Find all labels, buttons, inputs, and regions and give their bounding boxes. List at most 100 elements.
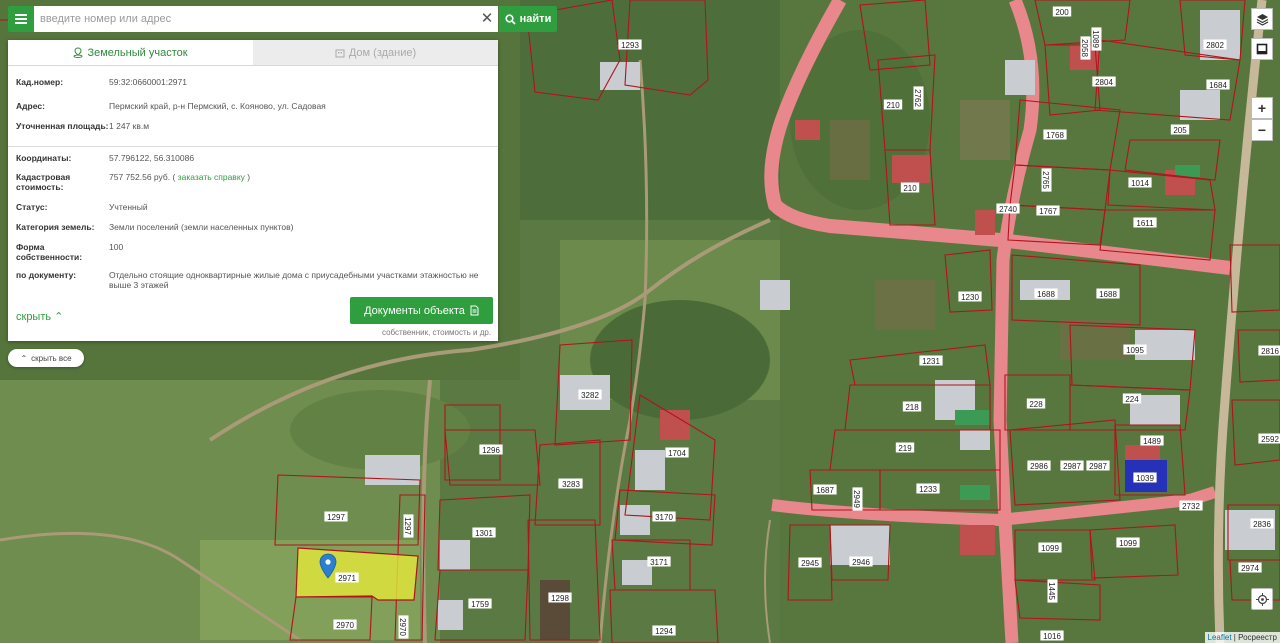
parcel-number-label[interactable]: 1233 xyxy=(916,483,940,494)
parcel-number-label[interactable]: 224 xyxy=(1122,393,1142,404)
parcel-number-label[interactable]: 1684 xyxy=(1206,79,1230,90)
parcel-number-label[interactable]: 210 xyxy=(883,99,903,110)
parcel-number-label[interactable]: 2765 xyxy=(1041,168,1052,192)
parcel-number-label[interactable]: 1301 xyxy=(472,527,496,538)
svg-text:2765: 2765 xyxy=(1041,171,1050,189)
svg-text:1095: 1095 xyxy=(1126,346,1144,355)
menu-button[interactable] xyxy=(8,6,34,32)
parcel-number-label[interactable]: 2804 xyxy=(1092,76,1116,87)
parcel-number-label[interactable]: 2802 xyxy=(1203,39,1227,50)
zoom-in-button[interactable]: + xyxy=(1251,97,1273,119)
parcel-number-label[interactable]: 2986 xyxy=(1027,460,1051,471)
parcel-number-label[interactable]: 2970 xyxy=(333,619,357,630)
parcel-number-label[interactable]: 2945 xyxy=(798,557,822,568)
parcel-number-label[interactable]: 2946 xyxy=(849,556,873,567)
rosreestr-attribution: Росреестр xyxy=(1238,633,1277,642)
parcel-number-label[interactable]: 1095 xyxy=(1123,344,1147,355)
object-documents-button[interactable]: Документы объекта xyxy=(350,297,493,324)
parcel-number-label[interactable]: 1293 xyxy=(618,39,642,50)
parcel-number-label[interactable]: 1767 xyxy=(1036,205,1060,216)
parcel-number-label[interactable]: 3171 xyxy=(647,556,671,567)
layers-button[interactable] xyxy=(1251,8,1273,30)
search-icon xyxy=(505,13,516,25)
parcel-number-label[interactable]: 1099 xyxy=(1038,542,1062,553)
parcel-number-label[interactable]: 1014 xyxy=(1128,177,1152,188)
find-button[interactable]: найти xyxy=(499,6,557,32)
locate-button[interactable] xyxy=(1251,588,1273,610)
order-certificate-link[interactable]: заказать справку xyxy=(178,172,245,182)
parcel-number-label[interactable]: 1099 xyxy=(1116,537,1140,548)
hide-panel-link[interactable]: скрыть ⌃ xyxy=(16,310,63,323)
cost-value-wrap: 757 752.56 руб. ( заказать справку ) xyxy=(109,172,491,196)
parcel-number-label[interactable]: 1016 xyxy=(1040,630,1064,641)
parcel-number-label[interactable]: 2816 xyxy=(1258,345,1280,356)
parcel-number-label[interactable]: 2740 xyxy=(996,203,1020,214)
parcel-number-label[interactable]: 1231 xyxy=(919,355,943,366)
parcel-number-label[interactable]: 228 xyxy=(1026,398,1046,409)
clear-search-icon[interactable]: ✕ xyxy=(478,9,496,29)
parcel-number-label[interactable]: 1611 xyxy=(1133,217,1157,228)
parcel-number-label[interactable]: 2592 xyxy=(1258,433,1280,444)
tab-land-parcel[interactable]: Земельный участок xyxy=(8,40,253,65)
parcel-number-label[interactable]: 1294 xyxy=(652,625,676,636)
parcel-number-label[interactable]: 2987 xyxy=(1060,460,1084,471)
parcel-number-label[interactable]: 1687 xyxy=(813,484,837,495)
parcel-number-label[interactable]: 2732 xyxy=(1179,500,1203,511)
parcel-number-label[interactable]: 1688 xyxy=(1034,288,1058,299)
search-input[interactable] xyxy=(34,6,498,32)
parcel-number-label[interactable]: 210 xyxy=(900,182,920,193)
object-documents-subtitle: собственник, стоимость и др. xyxy=(382,328,492,337)
print-button[interactable] xyxy=(1251,38,1273,60)
parcel-number-label[interactable]: 2970 xyxy=(398,615,409,639)
ownership-label: Форма собственности: xyxy=(16,242,83,262)
parcel-number-label[interactable]: 2987 xyxy=(1086,460,1110,471)
parcel-number-label[interactable]: 218 xyxy=(902,401,922,412)
tab-building[interactable]: Дом (здание) xyxy=(253,40,498,65)
parcel-number-label[interactable]: 2949 xyxy=(852,487,863,511)
svg-text:3171: 3171 xyxy=(650,558,668,567)
category-label: Категория земель: xyxy=(16,222,95,232)
layers-icon xyxy=(1256,13,1268,26)
parcel-number-label[interactable]: 1768 xyxy=(1043,129,1067,140)
svg-text:218: 218 xyxy=(905,403,919,412)
parcel-number-label[interactable]: 1039 xyxy=(1133,472,1157,483)
parcel-number-label[interactable]: 3282 xyxy=(578,389,602,400)
hide-all-button[interactable]: ⌃ скрыть все xyxy=(8,349,84,367)
frame-icon xyxy=(1256,43,1268,55)
parcel-number-label[interactable]: 205 xyxy=(1170,124,1190,135)
parcel-number-label[interactable]: 2058 xyxy=(1080,36,1091,60)
parcel-number-label[interactable]: 1230 xyxy=(958,291,982,302)
parcel-number-label[interactable]: 3283 xyxy=(559,478,583,489)
parcel-number-label[interactable]: 2762 xyxy=(913,86,924,110)
leaflet-link[interactable]: Leaflet xyxy=(1208,633,1232,642)
svg-text:3170: 3170 xyxy=(655,513,673,522)
parcel-number-label[interactable]: 1759 xyxy=(468,598,492,609)
svg-text:1445: 1445 xyxy=(1047,582,1056,600)
parcel-number-label[interactable]: 1298 xyxy=(548,592,572,603)
parcel-number-label[interactable]: 2971 xyxy=(335,572,359,583)
svg-text:1230: 1230 xyxy=(961,293,979,302)
zoom-out-button[interactable]: − xyxy=(1251,119,1273,141)
row-area: Уточненная площадь: 1 247 кв.м xyxy=(16,121,491,143)
row-category: Категория земель: Земли поселений (земли… xyxy=(16,222,491,236)
parcel-number-label[interactable]: 1704 xyxy=(665,447,689,458)
parcel-number-label[interactable]: 1296 xyxy=(479,444,503,455)
svg-text:224: 224 xyxy=(1125,395,1139,404)
parcel-number-label[interactable]: 1089 xyxy=(1091,27,1102,51)
parcel-number-label[interactable]: 2836 xyxy=(1250,518,1274,529)
parcel-number-label[interactable]: 3170 xyxy=(652,511,676,522)
parcel-number-label[interactable]: 1688 xyxy=(1096,288,1120,299)
panel-tabs: Земельный участок Дом (здание) xyxy=(8,40,498,66)
chevron-up-icon: ⌃ xyxy=(54,311,64,323)
svg-text:1016: 1016 xyxy=(1043,632,1061,641)
parcel-details: Кад.номер: 59:32:0660001:2971 Адрес: Пер… xyxy=(8,66,498,292)
parcel-number-label[interactable]: 219 xyxy=(895,442,915,453)
cad-number-value: 59:32:0660001:2971 xyxy=(109,77,187,87)
parcel-number-label[interactable]: 1297 xyxy=(324,511,348,522)
parcel-number-label[interactable]: 2974 xyxy=(1238,562,1262,573)
parcel-number-label[interactable]: 1297 xyxy=(403,514,414,538)
by-document-value: Отдельно стоящие одноквартирные жилые до… xyxy=(109,270,479,290)
parcel-number-label[interactable]: 200 xyxy=(1052,6,1072,17)
parcel-number-label[interactable]: 1445 xyxy=(1047,579,1058,603)
parcel-number-label[interactable]: 1489 xyxy=(1140,435,1164,446)
